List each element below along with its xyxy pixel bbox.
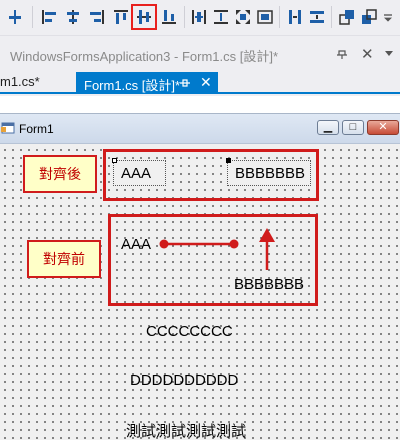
align-centers-icon[interactable] [62, 6, 84, 28]
before-tag: 對齊前 [27, 240, 101, 278]
align-middles-icon[interactable] [131, 4, 157, 30]
label-text: AAA [121, 165, 152, 182]
toolbar-overflow-icon[interactable] [380, 6, 396, 28]
close-tab-icon[interactable]: ✕ [200, 74, 212, 91]
selection-handle[interactable] [112, 158, 117, 163]
label-bbbbbbb-before[interactable]: BBBBBBB [234, 276, 304, 293]
label-text: BBBBBBB [235, 165, 306, 182]
label-aaa-after[interactable]: AAA [113, 160, 166, 186]
move-arrow-icon [159, 228, 275, 270]
maximize-icon: □ [349, 121, 357, 133]
close-icon: ✕ [378, 121, 388, 133]
make-same-width-icon[interactable] [188, 6, 210, 28]
label-test-text[interactable]: 測試測試測試測試 [126, 420, 246, 440]
document-tabstrip: m1.cs* Form1.cs [設計]* ✕ [0, 72, 400, 94]
horizontal-spacing-icon[interactable] [284, 6, 306, 28]
align-tops-icon[interactable] [110, 6, 132, 28]
label-bbbbbbb-after[interactable]: BBBBBBB [227, 160, 311, 186]
vertical-spacing-icon[interactable] [306, 6, 328, 28]
after-tag-text: 對齊後 [39, 166, 81, 182]
layout-toolbar [0, 0, 400, 36]
bring-to-front-icon[interactable] [336, 6, 358, 28]
send-to-back-icon[interactable] [358, 6, 380, 28]
pin-icon[interactable] [180, 78, 190, 88]
after-tag: 對齊後 [23, 155, 97, 193]
label-cccccccc[interactable]: CCCCCCCC [146, 323, 233, 340]
tab-form1-code[interactable]: m1.cs* [0, 74, 40, 94]
tab-label: m1.cs* [0, 74, 40, 89]
label-aaa-before[interactable]: AAA [121, 236, 151, 253]
size-to-grid-icon[interactable] [232, 6, 254, 28]
document-title-bar: WindowsFormsApplication3 - Form1.cs [設計]… [0, 36, 400, 72]
label-dddddddddd[interactable]: DDDDDDDDDD [130, 372, 238, 389]
make-same-size-icon[interactable] [254, 6, 276, 28]
maximize-button[interactable]: □ [342, 120, 364, 135]
form-caption-bar: Form1 ▁ □ ✕ [0, 114, 400, 144]
document-title: WindowsFormsApplication3 - Form1.cs [設計]… [10, 49, 279, 64]
make-same-height-icon[interactable] [210, 6, 232, 28]
tab-label: Form1.cs [設計]* [84, 78, 181, 93]
align-lefts-icon[interactable] [38, 6, 60, 28]
minimize-button[interactable]: ▁ [317, 120, 339, 135]
before-tag-text: 對齊前 [43, 251, 85, 267]
chevron-down-icon[interactable] [384, 48, 394, 58]
form-icon [1, 122, 15, 134]
close-button[interactable]: ✕ [367, 120, 399, 135]
pin-icon[interactable] [337, 49, 347, 59]
close-icon[interactable]: ✕ [361, 45, 374, 63]
primary-selection-handle[interactable] [226, 158, 231, 163]
minimize-icon: ▁ [323, 121, 333, 133]
align-bottoms-icon[interactable] [158, 6, 180, 28]
form-title: Form1 [19, 122, 54, 136]
tab-form1-designer[interactable]: Form1.cs [設計]* ✕ [76, 72, 218, 94]
align-to-grid-icon[interactable] [4, 6, 26, 28]
align-rights-icon[interactable] [86, 6, 108, 28]
